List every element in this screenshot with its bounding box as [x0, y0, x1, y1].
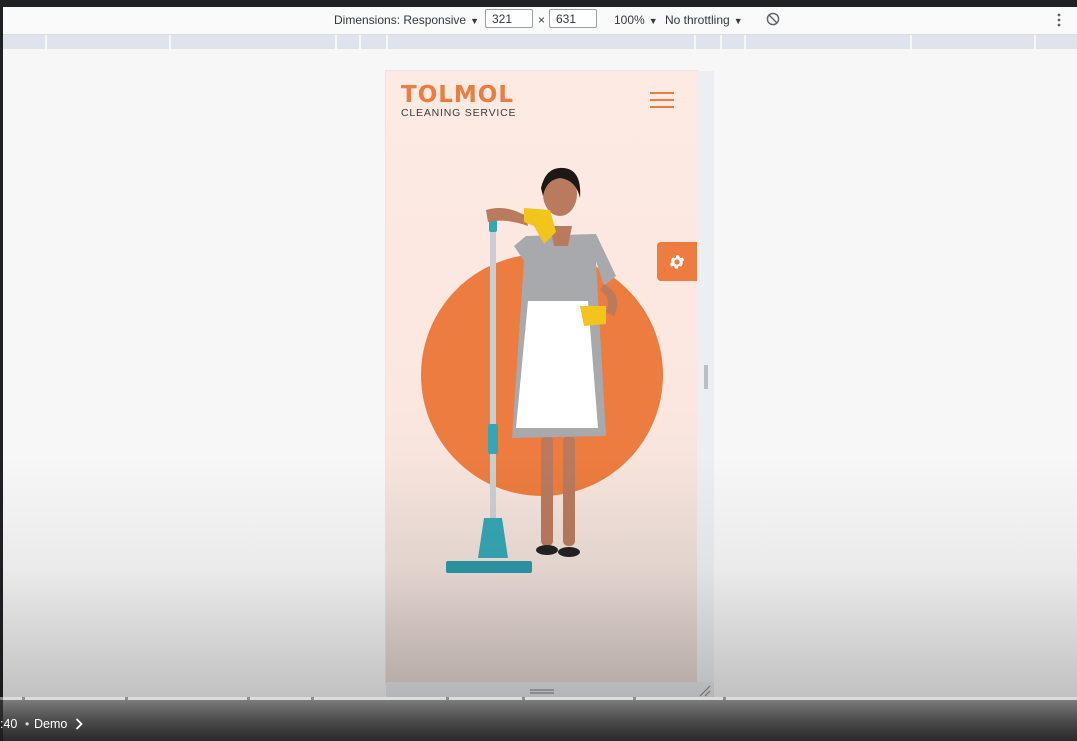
resize-handle-right-icon[interactable] [704, 365, 708, 389]
caret-down-icon: ▼ [648, 16, 658, 26]
current-time: :40 [0, 717, 18, 731]
media-query-segment[interactable] [1036, 35, 1077, 49]
media-query-segment[interactable] [388, 35, 696, 49]
caret-down-icon: ▼ [470, 16, 479, 26]
logo-subtitle: CLEANING SERVICE [401, 107, 517, 119]
height-input[interactable] [549, 9, 597, 28]
zoom-label: 100% [614, 13, 645, 27]
video-controls-bar [0, 700, 1077, 741]
media-query-segment[interactable] [722, 35, 746, 49]
media-query-segment[interactable] [171, 35, 337, 49]
chapter-title[interactable]: Demo [34, 717, 67, 731]
resize-handle-bottom-icon[interactable] [530, 688, 554, 695]
dimensions-dropdown[interactable]: Dimensions: Responsive ▼ [334, 13, 479, 27]
dimensions-label: Dimensions: Responsive [334, 13, 467, 27]
resize-handle-corner-icon[interactable] [698, 684, 711, 697]
throttling-dropdown[interactable]: No throttling ▼ [665, 13, 743, 27]
chevron-right-icon[interactable] [75, 718, 83, 730]
gear-icon [669, 254, 685, 269]
media-query-segment[interactable] [912, 35, 1036, 49]
zoom-dropdown[interactable]: 100% ▼ [614, 13, 658, 27]
device-toolbar: Dimensions: Responsive▼ × 100%▼ No throt… [3, 7, 1077, 35]
kebab-icon[interactable] [1057, 12, 1061, 28]
width-input[interactable] [485, 9, 533, 28]
media-query-segment[interactable] [47, 35, 171, 49]
logo-title[interactable]: TOLMOL [401, 82, 514, 108]
media-query-segment[interactable] [337, 35, 361, 49]
cleaner-illustration [446, 167, 618, 573]
dimension-times: × [538, 13, 546, 27]
device-viewport: TOLMOL CLEANING SERVICE [386, 71, 697, 682]
throttling-label: No throttling [665, 13, 730, 27]
media-query-bar [3, 35, 1077, 49]
media-query-segment[interactable] [696, 35, 722, 49]
media-query-segment[interactable] [746, 35, 912, 49]
media-query-segment[interactable] [3, 35, 47, 49]
settings-button[interactable] [657, 242, 697, 281]
hamburger-icon[interactable] [650, 92, 674, 109]
window-top-bezel [0, 0, 1077, 7]
window-left-edge [0, 7, 3, 741]
rotate-icon[interactable] [766, 12, 780, 26]
media-query-segment[interactable] [361, 35, 388, 49]
caret-down-icon: ▼ [733, 16, 743, 26]
chapter-separator: • [25, 717, 30, 731]
